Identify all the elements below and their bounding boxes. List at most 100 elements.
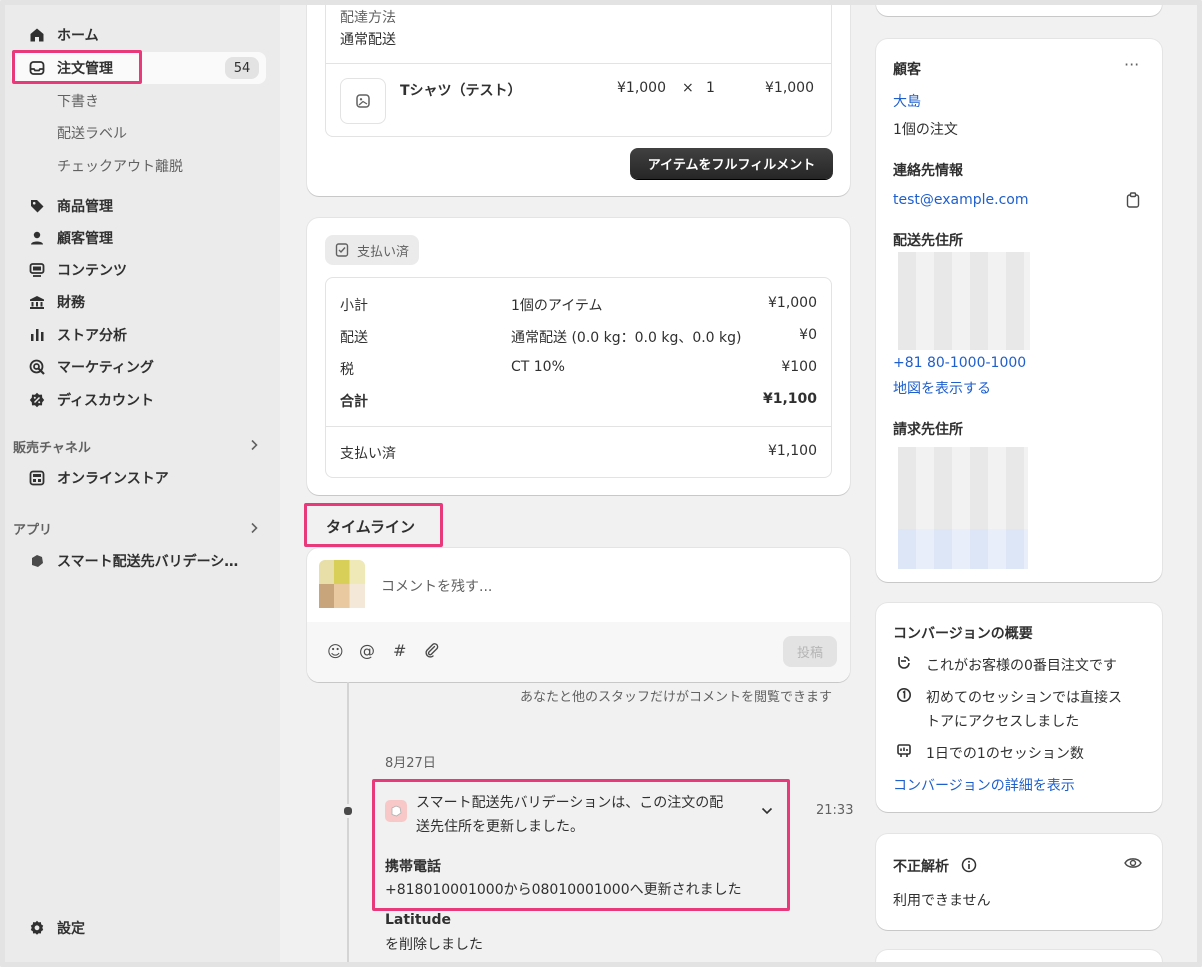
content-icon: [27, 260, 47, 280]
payment-status-badge: 支払い済: [325, 235, 420, 265]
item-qty: 1: [706, 80, 715, 96]
item-total: ¥1,000: [765, 80, 814, 96]
shipping-label: 配送: [340, 330, 368, 346]
bottom-right-card: [876, 950, 1162, 967]
shipping-desc: 通常配送 (0.0 kg：0.0 kg、0.0 kg): [511, 330, 742, 346]
info-icon[interactable]: [961, 857, 977, 877]
conversion-details-link[interactable]: コンバージョンの詳細を表示: [893, 775, 1075, 795]
nav-home[interactable]: ホーム: [13, 20, 99, 50]
timeline-date: 8月27日: [385, 756, 436, 771]
app-event-icon: [385, 800, 407, 822]
eye-icon[interactable]: [1124, 856, 1142, 874]
shipping-method-label: 配達方法: [340, 10, 396, 26]
nav-finance-label: 財務: [57, 295, 85, 311]
customer-name-link[interactable]: 大島: [893, 91, 921, 111]
detail-phone-title: 携帯電話: [385, 859, 441, 875]
nav-online-store[interactable]: オンラインストア: [13, 463, 169, 493]
comment-box: コメントを残す... ☺ @ # 投稿: [307, 548, 850, 682]
shipping-address-redacted: [898, 252, 1030, 350]
chevron-down-icon[interactable]: [760, 804, 774, 820]
clipboard-icon[interactable]: [1126, 192, 1140, 212]
nav-online-store-label: オンラインストア: [57, 471, 169, 487]
nav-finance[interactable]: 財務: [13, 287, 85, 317]
billing-redacted-link: [898, 529, 1028, 569]
emoji-icon[interactable]: ☺: [327, 642, 344, 661]
inbox-icon: [27, 58, 47, 78]
post-button[interactable]: 投稿: [783, 636, 837, 667]
nav-customers-label: 顧客管理: [57, 231, 113, 247]
detail-phone-text: +818010001000から08010001000へ更新されました: [385, 882, 742, 898]
show-map-link[interactable]: 地図を表示する: [893, 378, 991, 398]
nav-settings-label: 設定: [57, 921, 85, 937]
nav-abandoned-checkouts[interactable]: チェックアウト離脱: [57, 156, 183, 176]
customer-title: 顧客: [893, 62, 921, 78]
conversion-line3: 1日での1のセッション数: [926, 746, 1084, 762]
conversion-card: コンバージョンの概要 これがお客様の0番目注文です 初めてのセッションでは直接ス…: [876, 603, 1162, 812]
detail-latitude-title: Latitude: [385, 912, 452, 928]
avatar: [319, 560, 365, 608]
timeline-event-dot: [341, 804, 355, 818]
customer-phone-link[interactable]: +81 80-1000-1000: [893, 355, 1026, 371]
nav-discounts[interactable]: ディスカウント: [13, 385, 154, 415]
shipping-amount: ¥0: [799, 327, 817, 343]
fulfillment-card: 配達方法 通常配送 Tシャツ（テスト） ¥1,000 × 1 ¥1,000 アイ…: [307, 0, 850, 196]
image-placeholder-icon: [356, 94, 370, 108]
nav-discounts-label: ディスカウント: [57, 393, 155, 409]
top-right-card: [876, 0, 1162, 16]
comment-input[interactable]: コメントを残す...: [381, 576, 492, 596]
customer-card: 顧客 ··· 大島 1個の注文 連絡先情報 test@example.com 配…: [876, 39, 1162, 582]
conversion-line2b: トアにアクセスしました: [926, 714, 1080, 730]
event-time: 21:33: [816, 803, 854, 818]
shipping-address-title: 配送先住所: [893, 233, 963, 249]
comment-toolbar: [307, 622, 850, 682]
hashtag-icon[interactable]: #: [393, 641, 406, 660]
nav-marketing[interactable]: マーケティング: [13, 352, 154, 382]
bar-chart-icon: [27, 325, 47, 345]
payment-summary: 小計 1個のアイテム ¥1,000 配送 通常配送 (0.0 kg：0.0 kg…: [325, 277, 832, 478]
bank-icon: [27, 292, 47, 312]
nav-orders[interactable]: 注文管理: [13, 53, 113, 83]
nav-customers[interactable]: 顧客管理: [13, 223, 113, 253]
mention-icon[interactable]: @: [359, 641, 375, 660]
customer-order-count: 1個の注文: [893, 122, 958, 138]
item-name[interactable]: Tシャツ（テスト）: [400, 80, 522, 100]
fraud-status: 利用できません: [893, 893, 991, 909]
tax-label: 税: [340, 362, 354, 378]
event-text-line2: 送先住所を更新しました。: [416, 819, 584, 835]
orders-count-badge: 54: [225, 57, 259, 79]
nav-analytics[interactable]: ストア分析: [13, 320, 127, 350]
event-text-line1: スマート配送先バリデーションは、この注文の配: [416, 795, 724, 811]
nav-products[interactable]: 商品管理: [13, 191, 113, 221]
gear-icon: [27, 918, 47, 938]
nav-content-label: コンテンツ: [57, 263, 127, 279]
nav-analytics-label: ストア分析: [57, 328, 127, 344]
nav-content[interactable]: コンテンツ: [13, 255, 127, 285]
paid-label: 支払い済: [340, 446, 396, 462]
fraud-analysis-card: 不正解析 利用できません: [876, 834, 1162, 930]
target-icon: [27, 357, 47, 377]
item-times: ×: [682, 80, 694, 96]
total-label: 合計: [340, 394, 368, 410]
chevron-right-icon[interactable]: [249, 522, 259, 538]
attachment-icon[interactable]: [424, 642, 440, 662]
payment-card: 支払い済 小計 1個のアイテム ¥1,000 配送 通常配送 (0.0 kg：0…: [307, 218, 850, 495]
nav-app-smart-address[interactable]: スマート配送先バリデーシ…: [13, 546, 238, 576]
chevron-right-icon[interactable]: [249, 439, 259, 455]
nav-products-label: 商品管理: [57, 199, 113, 215]
more-actions-button[interactable]: ···: [1124, 55, 1139, 74]
conversion-line2a: 初めてのセッションでは直接ス: [926, 690, 1122, 706]
fulfill-items-button[interactable]: アイテムをフルフィルメント: [630, 148, 833, 179]
subtotal-label: 小計: [340, 298, 368, 314]
tag-icon: [27, 196, 47, 216]
nav-shipping-labels[interactable]: 配送ラベル: [57, 123, 127, 143]
sales-channels-heading: 販売チャネル: [13, 441, 91, 456]
customer-email-link[interactable]: test@example.com: [893, 192, 1029, 208]
app-icon: [27, 551, 47, 571]
nav-app-smart-label: スマート配送先バリデーシ…: [57, 554, 239, 570]
sessions-icon: [896, 743, 912, 763]
comment-visibility-note: あなたと他のスタッフだけがコメントを閲覧できます: [520, 690, 833, 705]
nav-settings[interactable]: 設定: [13, 913, 85, 943]
conversion-line1: これがお客様の0番目注文です: [926, 658, 1117, 674]
nav-drafts[interactable]: 下書き: [57, 91, 99, 111]
product-thumbnail[interactable]: [340, 78, 386, 124]
